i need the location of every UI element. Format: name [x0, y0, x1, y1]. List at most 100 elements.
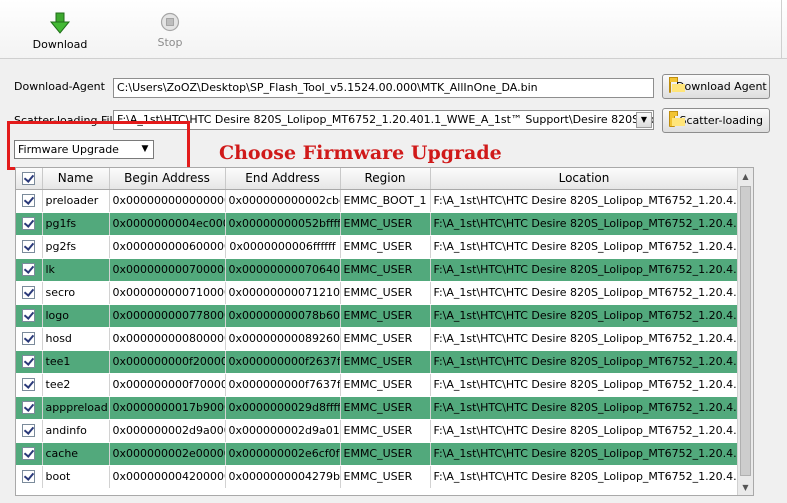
cell-begin-address: 0x000000002d9a0000 [109, 419, 226, 443]
col-header-end-address[interactable]: End Address [225, 168, 341, 190]
stop-button[interactable]: Stop [140, 12, 200, 56]
cell-region: EMMC_USER [340, 396, 431, 420]
cell-end-address: 0x000000000f7637ff [225, 373, 341, 397]
cell-location: F:\A_1st\HTC\HTC Desire 820S_Lolipop_MT6… [430, 327, 739, 351]
cell-region: EMMC_USER [340, 442, 431, 466]
row-checkbox[interactable] [16, 258, 43, 282]
cell-end-address: 0x00000000071210ff [225, 281, 341, 305]
row-checkbox[interactable] [16, 212, 43, 236]
cell-region: EMMC_USER [340, 350, 431, 374]
cell-name: tee2 [42, 373, 110, 397]
row-checkbox[interactable] [16, 327, 43, 351]
table-row[interactable]: logo 0x0000000007780000 0x00000000078b60… [16, 304, 739, 328]
cell-name: andinfo [42, 419, 110, 443]
cell-begin-address: 0x000000000f200000 [109, 350, 226, 374]
cell-begin-address: 0x0000000007100000 [109, 281, 226, 305]
cell-region: EMMC_USER [340, 258, 431, 282]
row-checkbox[interactable] [16, 373, 43, 397]
partition-grid: Name Begin Address End Address Region Lo… [16, 168, 739, 489]
cell-location: F:\A_1st\HTC\HTC Desire 820S_Lolipop_MT6… [430, 396, 739, 420]
checkmark-icon [22, 378, 36, 392]
cell-region: EMMC_USER [340, 327, 431, 351]
cell-name: tee1 [42, 350, 110, 374]
cell-begin-address: 0x0000000007000000 [109, 258, 226, 282]
cell-location: F:\A_1st\HTC\HTC Desire 820S_Lolipop_MT6… [430, 373, 739, 397]
table-row[interactable]: andinfo 0x000000002d9a0000 0x000000002d9… [16, 419, 739, 443]
checkmark-icon [22, 470, 36, 484]
scrollbar-thumb[interactable] [740, 186, 751, 476]
scroll-down-icon[interactable]: ▼ [738, 479, 753, 495]
row-checkbox[interactable] [16, 396, 43, 420]
highlight-box [7, 121, 190, 170]
table-row[interactable]: tee2 0x000000000f700000 0x000000000f7637… [16, 373, 739, 397]
cell-begin-address: 0x0000000042000000 [109, 465, 226, 489]
col-header-name[interactable]: Name [42, 168, 110, 190]
col-header-location[interactable]: Location [430, 168, 739, 190]
cell-begin-address: 0x0000000000000000 [109, 189, 226, 213]
cell-region: EMMC_USER [340, 465, 431, 489]
select-all-checkbox[interactable] [16, 168, 43, 190]
download-agent-button[interactable]: Download Agent [662, 74, 770, 99]
row-checkbox[interactable] [16, 442, 43, 466]
cell-location: F:\A_1st\HTC\HTC Desire 820S_Lolipop_MT6… [430, 235, 739, 259]
table-row[interactable]: apppreload 0x0000000017b90000 0x00000000… [16, 396, 739, 420]
cell-end-address: 0x00000000078b60ff [225, 304, 341, 328]
row-checkbox[interactable] [16, 304, 43, 328]
scatter-file-path-text: F:\A_1st\HTC\HTC Desire 820S_Lolipop_MT6… [117, 113, 654, 126]
table-row[interactable]: cache 0x000000002e000000 0x000000002e6cf… [16, 442, 739, 466]
cell-name: preloader [42, 189, 110, 213]
cell-name: apppreload [42, 396, 110, 420]
vertical-scrollbar[interactable]: ▲ ▼ [737, 168, 753, 495]
cell-region: EMMC_USER [340, 304, 431, 328]
cell-name: pg1fs [42, 212, 110, 236]
table-row[interactable]: pg1fs 0x0000000004ec0000 0x00000000052bf… [16, 212, 739, 236]
table-row[interactable]: secro 0x0000000007100000 0x0000000007121… [16, 281, 739, 305]
cell-begin-address: 0x0000000006000000 [109, 235, 226, 259]
cell-end-address: 0x00000000052bffff [225, 212, 341, 236]
scatter-loading-button[interactable]: Scatter-loading [662, 108, 770, 133]
checkmark-icon [22, 172, 36, 186]
cell-region: EMMC_USER [340, 281, 431, 305]
folder-icon [669, 111, 684, 127]
cell-end-address: 0x000000002e6cf0f3 [225, 442, 341, 466]
download-button[interactable]: Download [30, 12, 90, 56]
cell-name: hosd [42, 327, 110, 351]
row-checkbox[interactable] [16, 465, 43, 489]
cell-end-address: 0x00000000089260ff [225, 327, 341, 351]
col-header-begin-address[interactable]: Begin Address [109, 168, 226, 190]
cell-location: F:\A_1st\HTC\HTC Desire 820S_Lolipop_MT6… [430, 212, 739, 236]
cell-name: lk [42, 258, 110, 282]
stop-icon [160, 12, 180, 32]
download-agent-button-label: Download Agent [676, 80, 767, 93]
table-row[interactable]: boot 0x0000000042000000 0x0000000004279b… [16, 465, 739, 489]
cell-location: F:\A_1st\HTC\HTC Desire 820S_Lolipop_MT6… [430, 281, 739, 305]
scatter-file-path-combo[interactable]: F:\A_1st\HTC\HTC Desire 820S_Lolipop_MT6… [113, 110, 654, 130]
table-row[interactable]: hosd 0x0000000008000000 0x00000000089260… [16, 327, 739, 351]
download-agent-path-field[interactable]: C:\Users\ZoOZ\Desktop\SP_Flash_Tool_v5.1… [113, 78, 654, 98]
checkmark-icon [22, 309, 36, 323]
cell-name: boot [42, 465, 110, 489]
cell-begin-address: 0x0000000007780000 [109, 304, 226, 328]
chevron-down-icon[interactable]: ▼ [636, 112, 652, 128]
row-checkbox[interactable] [16, 281, 43, 305]
cell-region: EMMC_USER [340, 212, 431, 236]
table-row[interactable]: pg2fs 0x0000000006000000 0x0000000006fff… [16, 235, 739, 259]
row-checkbox[interactable] [16, 419, 43, 443]
cell-location: F:\A_1st\HTC\HTC Desire 820S_Lolipop_MT6… [430, 189, 739, 213]
cell-region: EMMC_USER [340, 373, 431, 397]
cell-begin-address: 0x0000000004ec0000 [109, 212, 226, 236]
download-arrow-icon [49, 12, 71, 34]
scatter-loading-button-label: Scatter-loading [679, 114, 763, 127]
row-checkbox[interactable] [16, 189, 43, 213]
table-row[interactable]: lk 0x0000000007000000 0x00000000070640ff… [16, 258, 739, 282]
table-row[interactable]: tee1 0x000000000f200000 0x000000000f2637… [16, 350, 739, 374]
scroll-up-icon[interactable]: ▲ [738, 168, 753, 184]
cell-end-address: 0x000000000002cbcf [225, 189, 341, 213]
cell-begin-address: 0x000000002e000000 [109, 442, 226, 466]
row-checkbox[interactable] [16, 350, 43, 374]
cell-end-address: 0x000000002d9a01a9 [225, 419, 341, 443]
table-row[interactable]: preloader 0x0000000000000000 0x000000000… [16, 189, 739, 213]
col-header-region[interactable]: Region [340, 168, 431, 190]
row-checkbox[interactable] [16, 235, 43, 259]
checkmark-icon [22, 355, 36, 369]
